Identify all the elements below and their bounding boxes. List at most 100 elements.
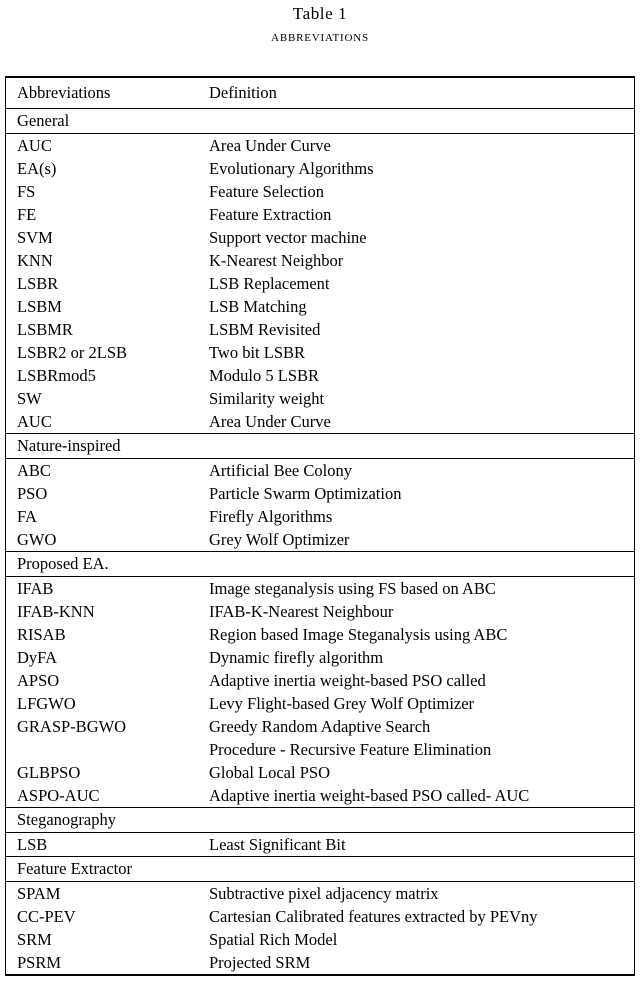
definition-cell: Area Under Curve <box>209 136 331 155</box>
column-header-abbreviations: Abbreviations <box>17 83 111 102</box>
table-row: LSBRmod5 Modulo 5 LSBR <box>6 364 634 387</box>
table-row: RISAB Region based Image Steganalysis usi… <box>6 623 634 646</box>
table-header-row: Abbreviations Definition <box>6 78 634 109</box>
table-row: ASPO-AUC Adaptive inertia weight-based PS… <box>6 784 634 808</box>
definition-cell: Levy Flight-based Grey Wolf Optimizer <box>209 694 475 713</box>
definition-cell: K-Nearest Neighbor <box>209 251 344 270</box>
document-page: Table 1 Abbreviations Abbreviations Defin… <box>0 0 640 998</box>
table-row: DyFA Dynamic firefly algorithm <box>6 646 634 669</box>
definition-cell: Area Under Curve <box>209 412 331 431</box>
table-row: FE Feature Extraction <box>6 203 634 226</box>
definition-cell: Modulo 5 LSBR <box>209 366 320 385</box>
table-row: SW Similarity weight <box>6 387 634 410</box>
abbreviation-cell: FA <box>17 507 37 526</box>
table-row: AUC Area Under Curve <box>6 134 634 158</box>
table-row: LFGWO Levy Flight-based Grey Wolf Optimiz… <box>6 692 634 715</box>
definition-cell: Artificial Bee Colony <box>209 461 352 480</box>
definition-cell: Global Local PSO <box>209 763 330 782</box>
definition-cell: IFAB-K-Nearest Neighbour <box>209 602 394 621</box>
table-row: FS Feature Selection <box>6 180 634 203</box>
definition-cell: Least Significant Bit <box>209 835 346 854</box>
abbreviation-cell: PSRM <box>17 953 62 972</box>
section-heading-row: Proposed EA. <box>6 551 634 577</box>
definition-cell: Two bit LSBR <box>209 343 306 362</box>
abbreviation-cell: FS <box>17 182 36 201</box>
table-row: Procedure - Recursive Feature Eliminatio… <box>6 738 634 761</box>
definition-cell: Adaptive inertia weight-based PSO called… <box>209 786 530 805</box>
abbreviation-cell: KNN <box>17 251 53 270</box>
table-row: EA(s) Evolutionary Algorithms <box>6 157 634 180</box>
definition-cell: Image steganalysis using FS based on ABC <box>209 579 496 598</box>
definition-cell: Projected SRM <box>209 953 311 972</box>
abbreviation-cell: SVM <box>17 228 53 247</box>
definition-cell: Adaptive inertia weight-based PSO called <box>209 671 486 690</box>
table-row: IFAB Image steganalysis using FS based on… <box>6 577 634 601</box>
abbreviation-cell: IFAB <box>17 579 54 598</box>
table-row: SRM Spatial Rich Model <box>6 928 634 951</box>
definition-cell: Support vector machine <box>209 228 367 247</box>
definition-cell: Greedy Random Adaptive Search <box>209 717 431 736</box>
abbreviation-cell: PSO <box>17 484 48 503</box>
definition-cell: Similarity weight <box>209 389 325 408</box>
definition-cell: Subtractive pixel adjacency matrix <box>209 884 439 903</box>
abbreviation-cell: LSBMR <box>17 320 73 339</box>
abbreviation-cell: DyFA <box>17 648 58 667</box>
table-title: Abbreviations <box>271 29 369 45</box>
table-caption: Table 1 Abbreviations <box>0 0 640 49</box>
table-row: ABC Artificial Bee Colony <box>6 459 634 483</box>
table-row: SPAM Subtractive pixel adjacency matrix <box>6 882 634 906</box>
definition-cell: Feature Extraction <box>209 205 332 224</box>
definition-cell: Region based Image Steganalysis using AB… <box>209 625 508 644</box>
abbreviation-cell: ABC <box>17 461 51 480</box>
table-row: LSBM LSB Matching <box>6 295 634 318</box>
definition-cell: Grey Wolf Optimizer <box>209 530 350 549</box>
definition-cell: Evolutionary Algorithms <box>209 159 374 178</box>
abbreviation-cell: GRASP-BGWO <box>17 717 127 736</box>
abbreviation-cell: GLBPSO <box>17 763 81 782</box>
abbreviation-cell: SRM <box>17 930 52 949</box>
table-row: LSB Least Significant Bit <box>6 833 634 857</box>
definition-cell: Dynamic firefly algorithm <box>209 648 384 667</box>
table-row: GWO Grey Wolf Optimizer <box>6 528 634 552</box>
definition-cell: Feature Selection <box>209 182 325 201</box>
definition-cell: LSBM Revisited <box>209 320 321 339</box>
table-row: KNN K-Nearest Neighbor <box>6 249 634 272</box>
table-row: SVM Support vector machine <box>6 226 634 249</box>
section-heading-row: General <box>6 108 634 134</box>
definition-cell: Firefly Algorithms <box>209 507 333 526</box>
abbreviation-cell: EA(s) <box>17 159 57 178</box>
definition-cell: Spatial Rich Model <box>209 930 338 949</box>
abbreviation-cell: GWO <box>17 530 57 549</box>
abbreviation-cell: AUC <box>17 136 52 155</box>
table-row: GLBPSO Global Local PSO <box>6 761 634 784</box>
abbreviation-cell: CC-PEV <box>17 907 76 926</box>
abbreviation-cell: APSO <box>17 671 60 690</box>
table-row: FA Firefly Algorithms <box>6 505 634 528</box>
section-heading-row: Nature-inspired <box>6 433 634 459</box>
table-row: PSO Particle Swarm Optimization <box>6 482 634 505</box>
abbreviation-cell: SW <box>17 389 42 408</box>
table-number: Table 1 <box>292 4 348 23</box>
section-heading-label: Nature-inspired <box>17 436 121 455</box>
abbreviations-table: Abbreviations Definition General AUC Area Un… <box>6 78 634 974</box>
table-row: LSBR2 or 2LSB Two bit LSBR <box>6 341 634 364</box>
abbreviation-cell: LSBR <box>17 274 59 293</box>
table-row: CC-PEV Cartesian Calibrated features extr… <box>6 905 634 928</box>
definition-cell: Particle Swarm Optimization <box>209 484 402 503</box>
section-heading-row: Steganography <box>6 807 634 833</box>
abbreviation-cell: LFGWO <box>17 694 76 713</box>
section-heading-label: General <box>17 111 70 130</box>
section-heading-label: Steganography <box>17 810 116 829</box>
abbreviations-table-container: Abbreviations Definition General AUC Area Un… <box>5 76 635 976</box>
definition-cell: LSB Matching <box>209 297 307 316</box>
definition-cell: Procedure - Recursive Feature Eliminatio… <box>209 740 492 759</box>
abbreviation-cell: FE <box>17 205 37 224</box>
table-row: PSRM Projected SRM <box>6 951 634 974</box>
abbreviation-cell: RISAB <box>17 625 66 644</box>
section-heading-label: Feature Extractor <box>17 859 132 878</box>
abbreviation-cell: AUC <box>17 412 52 431</box>
definition-cell: Cartesian Calibrated features extracted … <box>209 907 538 926</box>
abbreviation-cell: SPAM <box>17 884 61 903</box>
table-row: LSBR LSB Replacement <box>6 272 634 295</box>
definition-cell: LSB Replacement <box>209 274 330 293</box>
